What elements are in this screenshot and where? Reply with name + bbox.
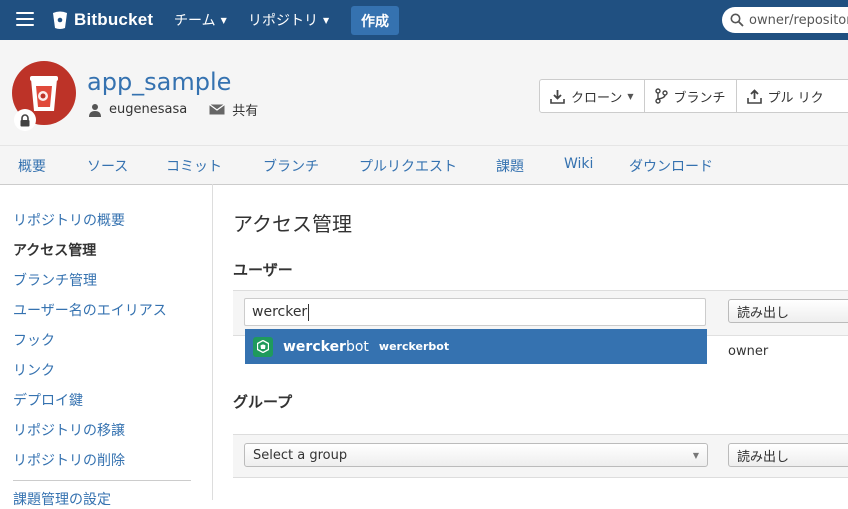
repository-header: app_sample eugenesasa 共有 クローン ▼ ブランチ プル … xyxy=(0,40,848,145)
user-permission-value: 読み出し xyxy=(737,305,790,321)
branch-icon xyxy=(654,88,668,104)
tab-wiki[interactable]: Wiki xyxy=(564,156,593,172)
create-button[interactable]: 作成 xyxy=(351,6,399,35)
sidebar-divider xyxy=(13,480,191,481)
tab-overview[interactable]: 概要 xyxy=(18,156,46,176)
settings-sidebar: リポジトリの概要 アクセス管理 ブランチ管理 ユーザー名のエイリアス フック リ… xyxy=(0,184,213,508)
repository-tabs: 概要 ソース コミット ブランチ プルリクエスト 課題 Wiki ダウンロード xyxy=(0,145,848,185)
chevron-down-icon: ▼ xyxy=(627,91,634,101)
tab-branches[interactable]: ブランチ xyxy=(263,156,319,176)
team-menu[interactable]: チーム ▼ xyxy=(174,0,227,40)
users-heading: ユーザー xyxy=(233,261,293,279)
user-suggestion-item[interactable]: werckerbot werckerbot xyxy=(245,329,707,364)
group-permission-value: 読み出し xyxy=(737,449,790,465)
sidebar-item-transfer-repository[interactable]: リポジトリの移譲 xyxy=(13,420,125,440)
search-placeholder: owner/repository xyxy=(749,12,848,28)
download-icon xyxy=(550,89,565,104)
user-permission-select[interactable]: 読み出し xyxy=(728,299,848,323)
search-icon xyxy=(730,13,744,27)
user-search-input[interactable]: wercker xyxy=(244,298,706,326)
user-input-value: wercker xyxy=(252,304,308,320)
sidebar-item-branch-management[interactable]: ブランチ管理 xyxy=(13,270,97,290)
tab-pull-requests[interactable]: プルリクエスト xyxy=(359,156,457,176)
brand-name: Bitbucket xyxy=(74,10,154,29)
sidebar-item-repository-overview[interactable]: リポジトリの概要 xyxy=(13,210,125,230)
branch-button[interactable]: ブランチ xyxy=(645,80,737,112)
chevron-down-icon: ▼ xyxy=(220,15,227,25)
share-link[interactable]: 共有 xyxy=(232,100,258,119)
sidebar-item-access-management[interactable]: アクセス管理 xyxy=(13,240,96,260)
bitbucket-logo[interactable]: Bitbucket xyxy=(52,9,153,31)
access-management-panel: アクセス管理 ユーザー wercker 読み出し owner werckerbo… xyxy=(213,184,848,500)
tab-source[interactable]: ソース xyxy=(87,156,128,176)
wercker-avatar-icon xyxy=(253,336,273,357)
private-lock-badge xyxy=(14,109,36,131)
clone-label: クローン xyxy=(571,90,623,106)
suggestion-display-name: werckerbot xyxy=(283,339,369,355)
owner-permission-label: owner xyxy=(728,344,769,359)
pull-request-label: プル リク xyxy=(767,90,824,106)
chevron-down-icon: ▼ xyxy=(692,451,699,460)
chevron-down-icon: ▼ xyxy=(323,15,330,25)
sidebar-item-issue-settings[interactable]: 課題管理の設定 xyxy=(13,489,111,509)
group-select-placeholder: Select a group xyxy=(253,447,348,463)
group-select[interactable]: Select a group ▼ xyxy=(244,443,708,467)
sidebar-item-hooks[interactable]: フック xyxy=(13,330,55,350)
repository-menu-label: リポジトリ xyxy=(248,13,318,29)
lock-icon xyxy=(20,113,30,126)
suggestion-rest-text: bot xyxy=(345,338,369,355)
team-menu-label: チーム xyxy=(174,13,216,29)
top-navigation-bar: Bitbucket チーム ▼ リポジトリ ▼ 作成 owner/repositor… xyxy=(0,0,848,40)
repository-meta: eugenesasa 共有 xyxy=(88,100,258,119)
sidebar-item-delete-repository[interactable]: リポジトリの削除 xyxy=(13,450,125,470)
hexagon-icon xyxy=(257,340,269,353)
clone-button[interactable]: クローン ▼ xyxy=(540,80,645,112)
tab-issues[interactable]: 課題 xyxy=(496,156,524,176)
repository-menu[interactable]: リポジトリ ▼ xyxy=(248,0,329,40)
repository-actions: クローン ▼ ブランチ プル リク xyxy=(539,79,848,113)
suggestion-match-text: wercker xyxy=(283,338,346,355)
owner-name[interactable]: eugenesasa xyxy=(109,102,187,117)
sidebar-item-username-aliases[interactable]: ユーザー名のエイリアス xyxy=(13,300,167,320)
repository-name[interactable]: app_sample xyxy=(87,68,231,96)
repository-avatar[interactable] xyxy=(12,61,76,131)
group-permission-select[interactable]: 読み出し xyxy=(728,443,848,467)
groups-heading: グループ xyxy=(233,393,293,411)
page-title: アクセス管理 xyxy=(233,212,352,236)
user-icon xyxy=(89,103,101,117)
tab-downloads[interactable]: ダウンロード xyxy=(629,156,713,176)
sidebar-item-links[interactable]: リンク xyxy=(13,360,55,380)
hamburger-menu-icon[interactable] xyxy=(16,12,34,26)
branch-label: ブランチ xyxy=(673,90,726,106)
bitbucket-bucket-icon xyxy=(53,11,67,29)
pull-request-button[interactable]: プル リク xyxy=(737,80,834,112)
owner-row-divider xyxy=(707,335,848,336)
search-input[interactable]: owner/repository xyxy=(722,7,848,33)
tab-commits[interactable]: コミット xyxy=(166,156,222,176)
text-cursor xyxy=(308,303,310,321)
suggestion-username: werckerbot xyxy=(378,340,450,353)
upload-icon xyxy=(746,88,762,104)
sidebar-item-deploy-keys[interactable]: デプロイ鍵 xyxy=(13,390,83,410)
envelope-icon xyxy=(209,104,226,115)
